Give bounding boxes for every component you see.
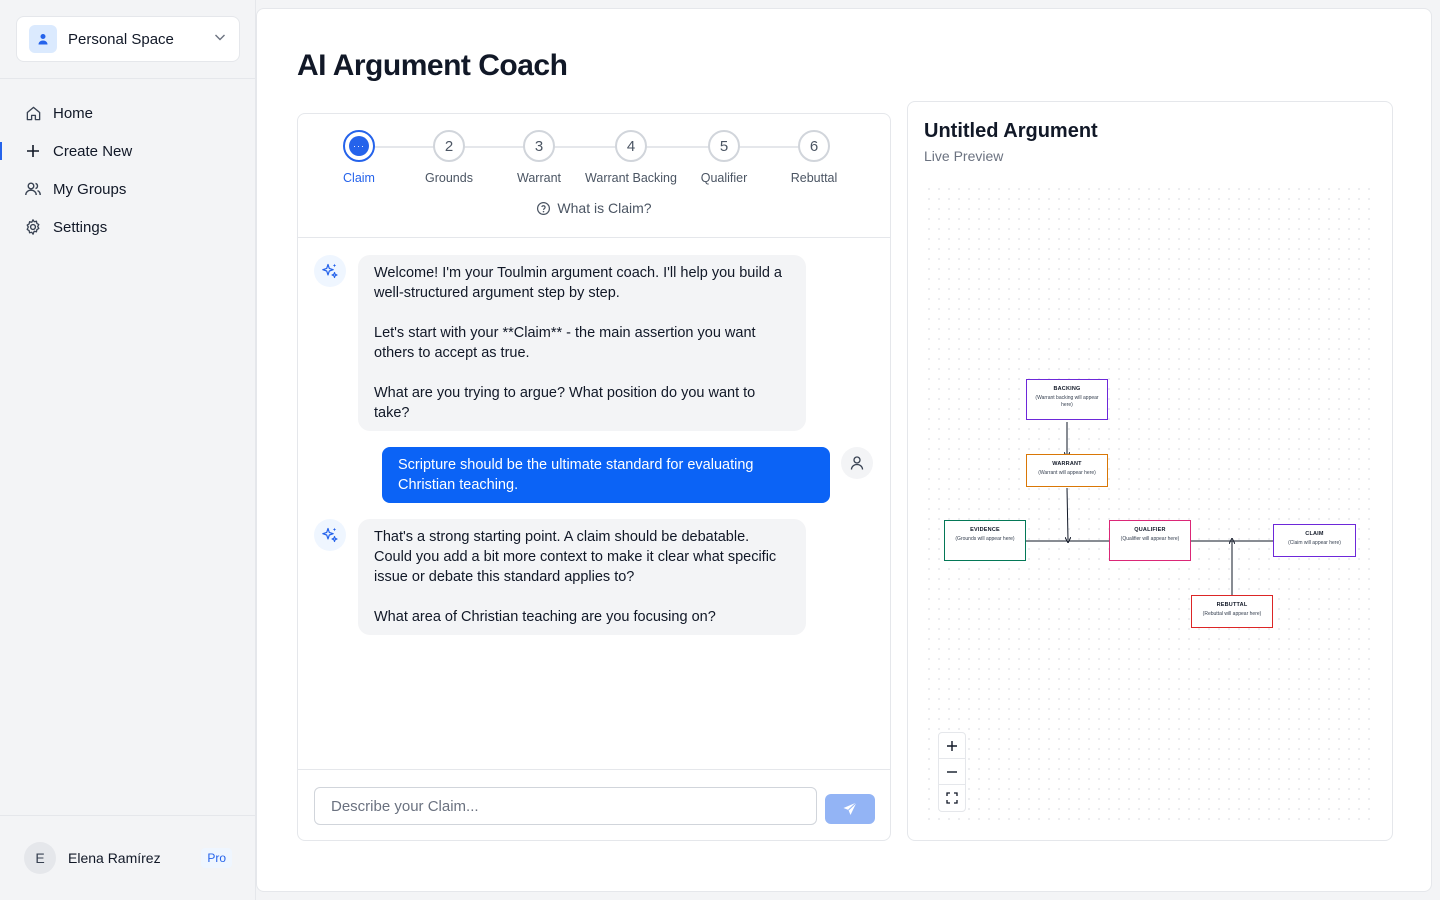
node-body: (Warrant will appear here): [1038, 470, 1096, 476]
message-list: Welcome! I'm your Toulmin argument coach…: [298, 239, 890, 769]
step-indicator: ···: [349, 136, 369, 156]
fullscreen-icon: [946, 792, 958, 804]
sidebar-item-create-new[interactable]: Create New: [0, 132, 256, 170]
step-circle: 3: [523, 130, 555, 162]
step-qualifier[interactable]: 5 Qualifier: [674, 130, 774, 185]
diagram-node-backing[interactable]: BACKING (Warrant backing will appear her…: [1026, 379, 1108, 420]
node-title: REBUTTAL: [1216, 602, 1248, 608]
node-title: BACKING: [1053, 386, 1081, 392]
step-label: Warrant Backing: [585, 171, 677, 185]
user-icon: [29, 25, 57, 53]
sidebar-item-home[interactable]: Home: [0, 94, 256, 132]
sidebar-item-my-groups[interactable]: My Groups: [0, 170, 256, 208]
node-body: (Warrant backing will appear here): [1035, 395, 1099, 408]
plan-badge: Pro: [201, 848, 232, 868]
space-label: Personal Space: [68, 30, 174, 48]
step-grounds[interactable]: 2 Grounds: [399, 130, 499, 185]
diagram-node-rebuttal[interactable]: REBUTTAL (Rebuttal will appear here): [1191, 595, 1273, 628]
step-label: Warrant: [517, 171, 561, 185]
fit-view-button[interactable]: [939, 785, 965, 811]
users-icon: [24, 180, 42, 198]
diagram-node-qualifier[interactable]: QUALIFIER (Qualifier will appear here): [1109, 520, 1191, 561]
node-body: (Rebuttal will appear here): [1202, 611, 1262, 617]
step-circle: 2: [433, 130, 465, 162]
user-icon: [841, 447, 873, 479]
node-title: QUALIFIER: [1134, 527, 1166, 533]
zoom-controls: [938, 732, 966, 812]
sidebar-item-label: Create New: [53, 142, 133, 160]
step-label: Claim: [343, 171, 375, 185]
assistant-message: Welcome! I'm your Toulmin argument coach…: [358, 255, 806, 431]
node-body: (Qualifier will appear here): [1120, 536, 1180, 542]
user-message: Scripture should be the ultimate standar…: [382, 447, 830, 503]
preview-title: Untitled Argument: [924, 120, 1098, 142]
step-warrant-backing[interactable]: 4 Warrant Backing: [581, 130, 681, 185]
send-icon: [843, 802, 857, 815]
user-name: Elena Ramírez: [68, 850, 161, 866]
sidebar-item-label: Home: [53, 104, 94, 122]
main-content: AI Argument Coach ··· Claim 2 Grounds 3 …: [256, 8, 1432, 892]
step-circle: 4: [615, 130, 647, 162]
zoom-in-button[interactable]: [939, 733, 965, 759]
step-rebuttal[interactable]: 6 Rebuttal: [764, 130, 864, 185]
step-warrant[interactable]: 3 Warrant: [489, 130, 589, 185]
minus-icon: [947, 770, 957, 773]
step-label: Grounds: [425, 171, 473, 185]
warrant-connector: [1067, 487, 1068, 540]
sidebar-item-label: My Groups: [53, 180, 127, 198]
sparkles-icon: [314, 255, 346, 287]
plus-icon: [947, 740, 957, 751]
step-label: Qualifier: [700, 171, 748, 185]
node-title: WARRANT: [1052, 461, 1082, 467]
step-circle: 6: [798, 130, 830, 162]
send-button[interactable]: [825, 794, 875, 824]
user-profile[interactable]: E Elena Ramírez Pro: [24, 842, 232, 874]
home-icon: [24, 104, 42, 122]
help-link[interactable]: What is Claim?: [298, 200, 890, 216]
assistant-message: That's a strong starting point. A claim …: [358, 519, 806, 635]
sidebar-nav: Home Create New My Groups Settings: [0, 94, 256, 246]
stepper: ··· Claim 2 Grounds 3 Warrant 4 Warrant …: [298, 114, 890, 238]
chat-panel: ··· Claim 2 Grounds 3 Warrant 4 Warrant …: [297, 113, 891, 841]
diagram-node-claim[interactable]: CLAIM (Claim will appear here): [1273, 524, 1356, 557]
diagram-node-evidence[interactable]: EVIDENCE (Grounds will appear here): [944, 520, 1026, 561]
step-circle: 5: [708, 130, 740, 162]
preview-subtitle: Live Preview: [924, 148, 1004, 164]
preview-panel: Untitled Argument Live Preview BACKING (…: [907, 101, 1393, 841]
step-circle: ···: [343, 130, 375, 162]
avatar: E: [24, 842, 56, 874]
help-text: What is Claim?: [557, 200, 652, 216]
node-body: (Claim will appear here): [1288, 540, 1341, 546]
step-claim[interactable]: ··· Claim: [309, 130, 409, 185]
sparkles-icon: [314, 519, 346, 551]
gear-icon: [24, 218, 42, 236]
node-title: EVIDENCE: [970, 527, 1000, 533]
node-title: CLAIM: [1305, 531, 1324, 537]
chevron-down-icon: [213, 30, 227, 49]
sidebar-item-settings[interactable]: Settings: [0, 208, 256, 246]
diagram-canvas[interactable]: BACKING (Warrant backing will appear her…: [924, 184, 1376, 826]
step-label: Rebuttal: [790, 171, 838, 185]
chat-input-bar: [298, 769, 890, 840]
page-title: AI Argument Coach: [297, 49, 568, 82]
zoom-out-button[interactable]: [939, 759, 965, 785]
plus-icon: [24, 142, 42, 160]
sidebar-divider: [0, 78, 256, 79]
diagram-node-warrant[interactable]: WARRANT (Warrant will appear here): [1026, 454, 1108, 487]
sidebar-item-label: Settings: [53, 218, 108, 236]
diagram-connectors: [1026, 422, 1273, 595]
sidebar: Personal Space Home Create New My Groups: [0, 0, 256, 900]
help-icon: [537, 201, 551, 215]
sidebar-divider: [0, 815, 256, 816]
node-body: (Grounds will appear here): [955, 536, 1015, 542]
chat-input[interactable]: [314, 787, 817, 825]
space-switcher[interactable]: Personal Space: [16, 16, 240, 62]
